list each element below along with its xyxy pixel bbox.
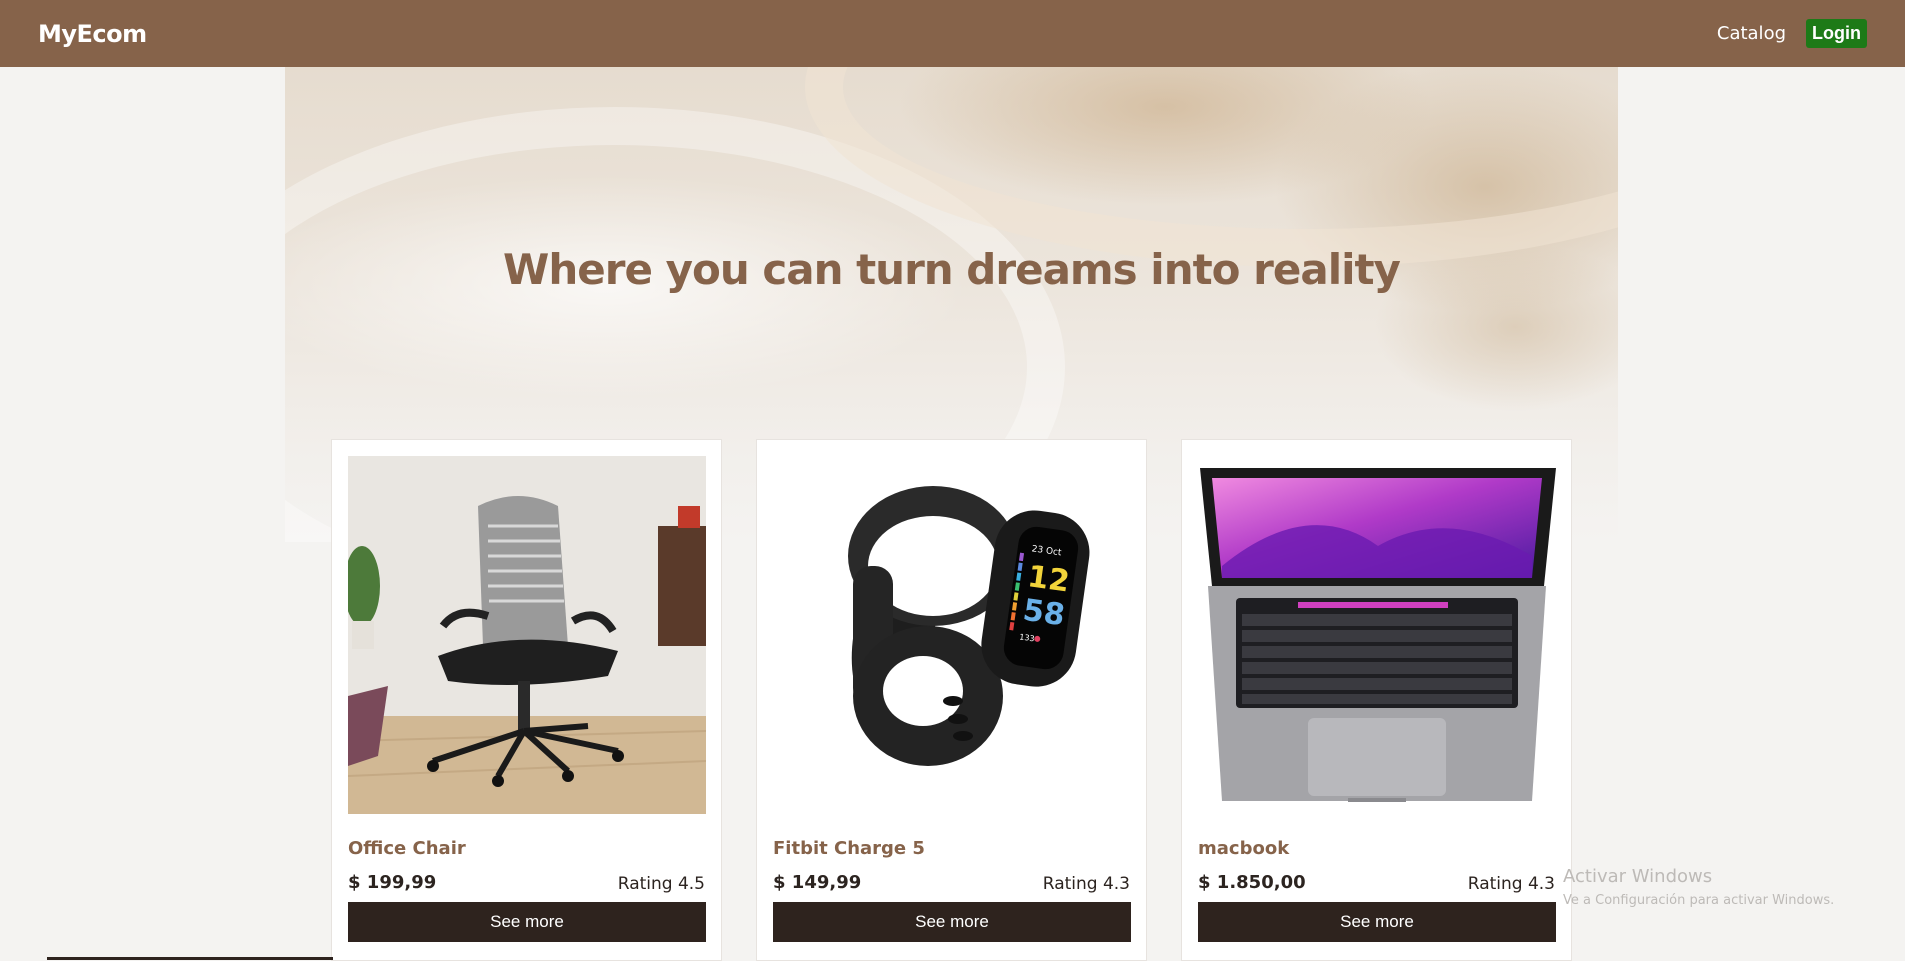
see-more-button[interactable]: See more <box>773 902 1131 942</box>
product-price: $ 149,99 <box>773 872 862 893</box>
see-more-button[interactable]: See more <box>348 902 706 942</box>
product-rating: Rating 4.3 <box>1042 874 1130 894</box>
watch-minute: 58 <box>1021 593 1067 633</box>
office-chair-image[interactable] <box>348 456 706 814</box>
product-name[interactable]: Fitbit Charge 5 <box>773 838 925 859</box>
product-card: 23 Oct 12 58 133 Fitbit Charge 5 $ 149,9… <box>756 439 1147 961</box>
brand-logo[interactable]: MyEcom <box>38 20 147 48</box>
hero-title: Where you can turn dreams into reality <box>503 245 1401 294</box>
navbar: MyEcom Catalog Login <box>0 0 1905 67</box>
login-button[interactable]: Login <box>1806 19 1867 48</box>
product-name[interactable]: Office Chair <box>348 838 466 859</box>
product-name[interactable]: macbook <box>1198 838 1289 859</box>
windows-activation-watermark: Activar Windows Ve a Configuración para … <box>1563 866 1834 908</box>
watermark-subtitle: Ve a Configuración para activar Windows. <box>1563 893 1835 908</box>
laptop-image[interactable] <box>1198 456 1556 814</box>
fitbit-watch-image[interactable]: 23 Oct 12 58 133 <box>773 456 1131 814</box>
catalog-link[interactable]: Catalog <box>1717 23 1786 44</box>
nav-links: Catalog Login <box>1717 19 1867 48</box>
product-rating: Rating 4.5 <box>617 874 705 894</box>
product-price: $ 1.850,00 <box>1198 872 1306 893</box>
see-more-button[interactable]: See more <box>1198 902 1556 942</box>
product-card: macbook $ 1.850,00 Rating 4.3 See more <box>1181 439 1572 961</box>
product-card: Office Chair $ 199,99 Rating 4.5 See mor… <box>331 439 722 961</box>
product-price: $ 199,99 <box>348 872 437 893</box>
horizontal-scrollbar[interactable] <box>47 957 333 960</box>
watermark-title: Activar Windows <box>1563 866 1713 887</box>
product-rating: Rating 4.3 <box>1467 874 1555 894</box>
